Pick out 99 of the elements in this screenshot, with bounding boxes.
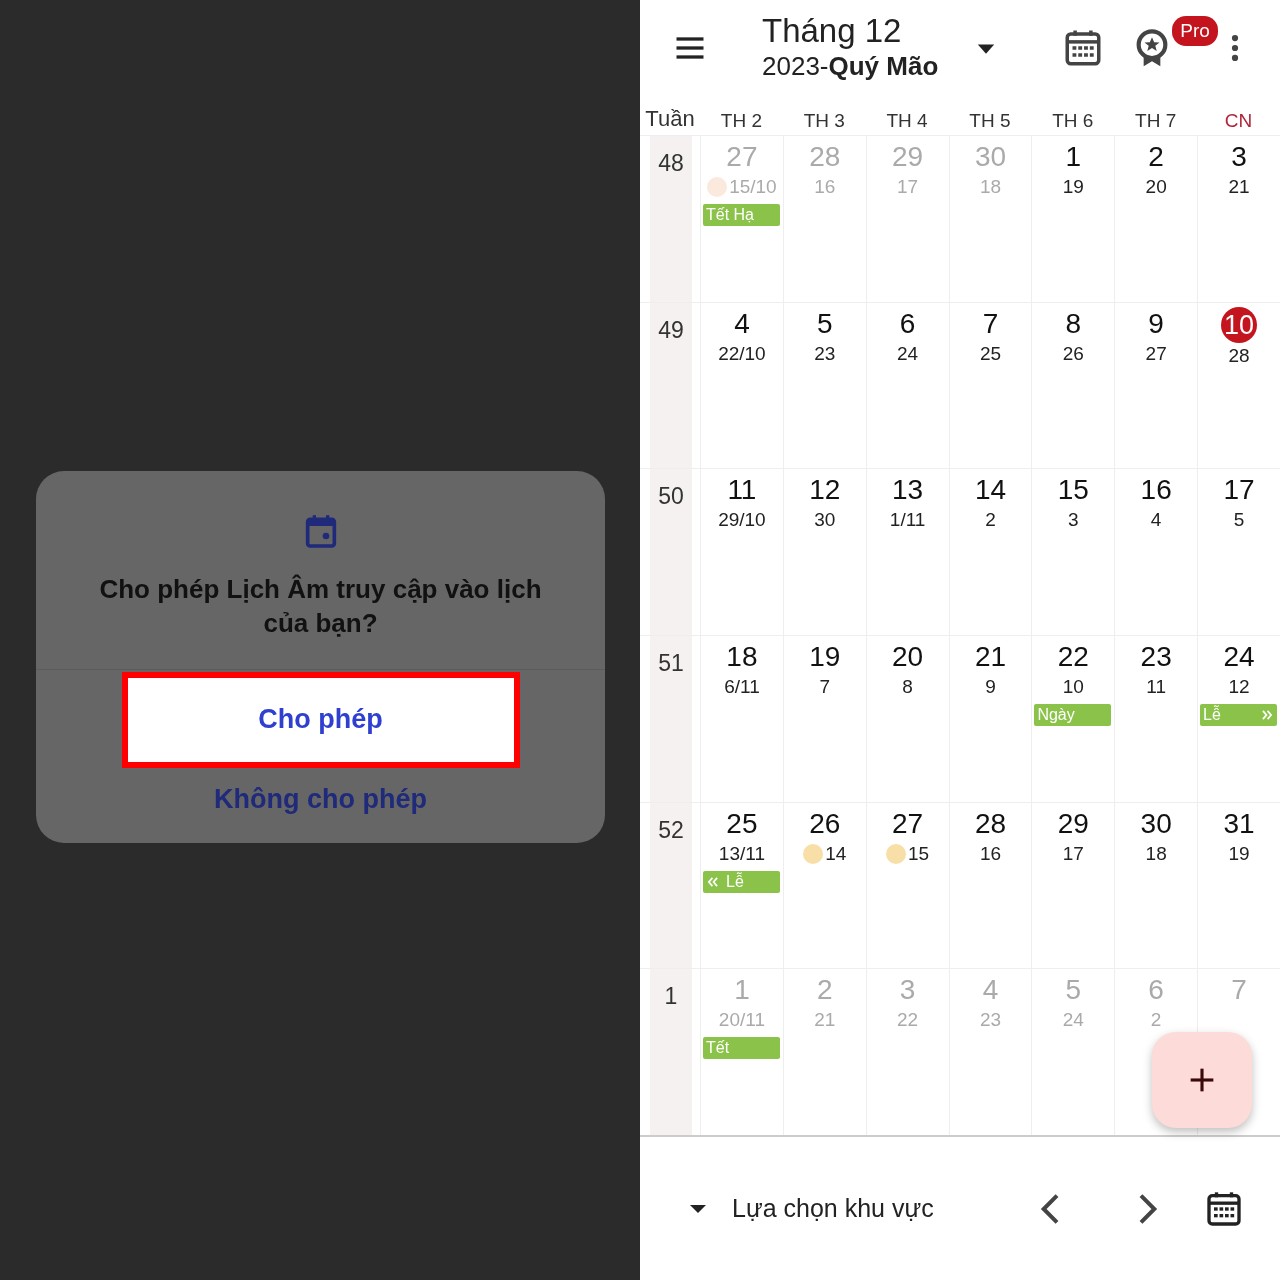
date-number[interactable]: 20	[889, 640, 927, 674]
lunar-date: 26	[1062, 341, 1084, 366]
lunar-date: 15/10	[729, 175, 777, 199]
week-number: 51	[650, 636, 692, 802]
event-label: Ngày	[1037, 705, 1075, 725]
lunar-date: 16	[814, 175, 836, 199]
date-number[interactable]: 19	[806, 640, 844, 674]
lunar-date: 18	[1145, 841, 1167, 866]
weekday-header: CN	[1223, 108, 1254, 133]
date-number[interactable]: 27	[889, 806, 927, 841]
lunar-date: 12	[1228, 675, 1250, 699]
date-number[interactable]: 6	[896, 306, 919, 341]
date-number[interactable]: 2	[1145, 140, 1167, 174]
lunar-date: 5	[1233, 508, 1245, 533]
lunar-date: 19	[1228, 841, 1250, 866]
lunar-date: 2	[985, 508, 996, 533]
date-number[interactable]: 24	[1220, 640, 1258, 674]
dialog-title: Cho phép Lịch Âm truy cập vào lịch của bạn?	[98, 573, 543, 640]
date-number[interactable]: 7	[979, 306, 1002, 341]
lunar-date: 18	[979, 175, 1001, 199]
lunar-date: 3	[1068, 508, 1079, 533]
lunar-date: 11	[1146, 675, 1166, 699]
weekday-header: TH 5	[968, 108, 1012, 133]
lunar-date: 21	[814, 1008, 836, 1033]
weekday-header: TH 6	[1051, 108, 1095, 133]
lunar-date: 24	[1062, 1008, 1084, 1033]
lunar-date: 17	[897, 175, 919, 199]
lunar-date: 19	[1062, 175, 1084, 199]
date-number[interactable]: 26	[806, 806, 844, 841]
date-number[interactable]: 23	[1137, 640, 1175, 674]
lunar-date: 24	[897, 341, 919, 366]
date-number[interactable]: 3	[1228, 140, 1250, 174]
date-number[interactable]: 5	[813, 306, 836, 341]
lunar-date: 1/11	[889, 508, 926, 533]
week-number: 48	[650, 136, 692, 302]
lunar-date: 10	[1062, 675, 1084, 699]
date-number[interactable]: 28	[971, 806, 1010, 841]
event-label: Tết Hạ	[706, 205, 754, 225]
weekday-header: TH 4	[885, 108, 929, 133]
allow-button[interactable]: Cho phép	[121, 671, 520, 768]
lunar-date: 17	[1062, 841, 1084, 866]
date-number[interactable]: 22	[1054, 640, 1092, 674]
week-number: 52	[650, 802, 692, 969]
date-number[interactable]: 15	[1054, 473, 1092, 508]
event-label: Tết	[706, 1038, 730, 1059]
week-column-header: Tuần	[644, 105, 696, 133]
lunar-date: 4	[1150, 508, 1162, 533]
week-number: 49	[650, 302, 692, 469]
date-number[interactable]: 14	[971, 473, 1010, 508]
lunar-date: 14	[825, 841, 847, 866]
lunar-date: 27	[1145, 341, 1167, 366]
double-chevron-right-icon	[1259, 708, 1274, 722]
lunar-date: 23	[979, 1008, 1001, 1033]
year-subtitle: 2023-Quý Mão	[762, 49, 939, 83]
double-chevron-left-icon	[706, 874, 720, 889]
lunar-date: 30	[814, 508, 836, 533]
date-number[interactable]: 9	[1145, 306, 1167, 341]
weekday-header: TH 7	[1134, 108, 1178, 133]
lunar-date: 7	[819, 675, 831, 699]
lunar-date: 13/11	[718, 841, 765, 866]
event-label: Lễ	[1203, 704, 1221, 725]
lunar-date: 29/10	[718, 508, 766, 533]
date-number[interactable]: 10	[1221, 306, 1257, 343]
weekday-header: TH 3	[802, 108, 846, 133]
lunar-date: 25	[979, 341, 1001, 366]
date-number[interactable]: 16	[1137, 473, 1175, 508]
date-number[interactable]: 11	[724, 473, 760, 508]
lunar-date: 15	[908, 841, 930, 866]
lunar-date: 22/10	[718, 341, 766, 366]
date-number[interactable]: 8	[1062, 306, 1085, 341]
lunar-date: 20	[1145, 175, 1167, 199]
lunar-date: 22	[897, 1008, 919, 1033]
month-title: Tháng 12	[762, 11, 903, 50]
date-number[interactable]: 18	[723, 640, 761, 674]
date-number[interactable]: 29	[1054, 806, 1092, 841]
region-selector[interactable]: Lựa chọn khu vực	[732, 1189, 934, 1228]
date-number[interactable]: 17	[1220, 473, 1258, 508]
date-number[interactable]: 25	[723, 806, 761, 841]
event-label: Lễ	[726, 871, 744, 892]
lunar-date: 23	[814, 341, 836, 366]
lunar-date: 21	[1228, 175, 1250, 199]
lunar-date: 16	[979, 841, 1001, 866]
date-number[interactable]: 21	[971, 640, 1010, 674]
date-number[interactable]: 30	[1137, 806, 1175, 841]
date-number[interactable]: 31	[1220, 806, 1258, 841]
weekday-header: TH 2	[719, 108, 763, 133]
lunar-date: 2	[1150, 1008, 1162, 1033]
lunar-date: 8	[902, 675, 913, 699]
lunar-date: 28	[1228, 343, 1250, 368]
pro-badge: Pro	[1172, 15, 1218, 46]
week-number: 50	[650, 469, 692, 635]
week-number: 1	[650, 969, 692, 1136]
date-number[interactable]: 1	[1062, 140, 1085, 174]
lunar-date: 9	[985, 675, 996, 699]
lunar-date: 6/11	[724, 675, 760, 699]
lunar-date: 20/11	[718, 1008, 765, 1033]
date-number[interactable]: 12	[806, 473, 844, 508]
date-number[interactable]: 4	[731, 306, 753, 341]
date-number[interactable]: 13	[889, 473, 927, 508]
